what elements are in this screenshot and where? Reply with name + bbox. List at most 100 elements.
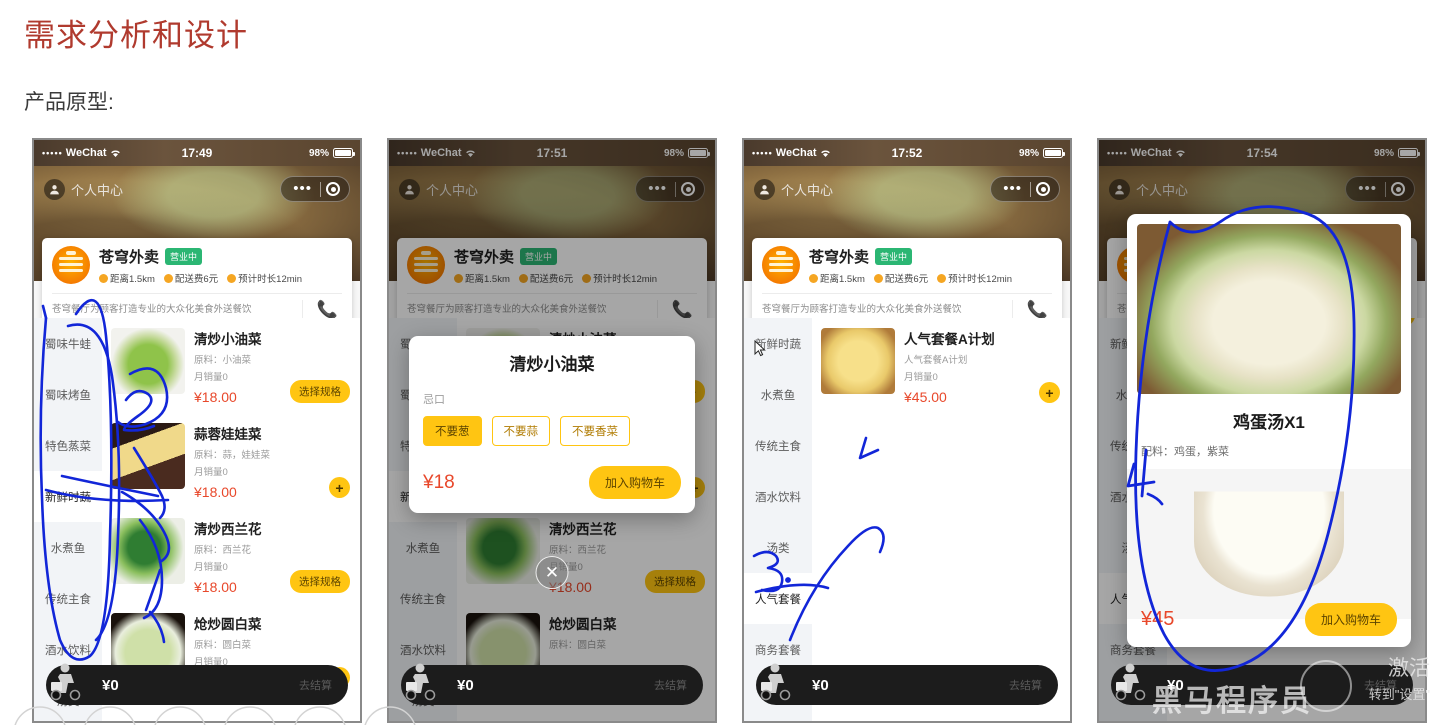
battery-icon xyxy=(333,148,355,158)
dish-row[interactable]: 人气套餐A计划 人气套餐A计划 月销量0 ¥45.00 + xyxy=(812,318,1070,413)
dish-price: ¥45.00 xyxy=(904,389,947,405)
dish-row[interactable]: 清炒西兰花 原料：西兰花 月销量0 ¥18.00 选择规格 xyxy=(102,508,360,603)
dish-row[interactable]: 蒜蓉娃娃菜 原料：蒜，娃娃菜 月销量0 ¥18.00 + xyxy=(102,413,360,508)
modal-ingredient: 配料：鸡蛋，紫菜 xyxy=(1141,446,1229,458)
watermark-logo: 黑马程序员 xyxy=(1152,685,1312,718)
shop-logo-icon xyxy=(762,246,800,284)
add-to-cart-button[interactable]: + xyxy=(329,477,350,498)
sidebar-item-8[interactable]: 人气套餐 xyxy=(744,573,812,624)
user-center-button[interactable]: 个人中心 xyxy=(44,178,124,200)
add-to-cart-button[interactable]: 加入购物车 xyxy=(588,466,681,499)
cart-bar[interactable]: ¥0 去结算 xyxy=(756,663,1058,705)
checkout-button[interactable]: 去结算 xyxy=(654,677,687,693)
dish-image xyxy=(111,423,185,489)
add-to-cart-button[interactable]: + xyxy=(1039,382,1060,403)
sidebar-item-2[interactable]: 特色蒸菜 xyxy=(34,420,102,471)
cart-bar[interactable]: ¥0 去结算 xyxy=(46,663,348,705)
status-badge: 营业中 xyxy=(875,248,913,265)
shop-meta: 距离1.5km 配送费6元 预计时长12min xyxy=(99,271,302,285)
option-no-scallion[interactable]: 不要葱 xyxy=(423,416,482,446)
shop-delivery-fee: 配送费6元 xyxy=(884,274,929,285)
battery-percent: 98% xyxy=(1018,147,1039,159)
ellipsis-icon[interactable]: ••• xyxy=(285,181,320,195)
dish-list: 清炒小油菜 原料：小油菜 月销量0 ¥18.00 选择规格 蒜蓉娃娃菜 原料：蒜… xyxy=(102,318,360,721)
target-icon[interactable] xyxy=(321,182,345,196)
cart-total: ¥0 xyxy=(457,676,474,694)
target-icon[interactable] xyxy=(1031,182,1055,196)
phone-icon[interactable]: 📞 xyxy=(1011,300,1048,320)
shop-description: 苍穹餐厅为顾客打造专业的大众化美食外送餐饮 xyxy=(52,304,252,315)
sidebar-item-7[interactable]: 汤类 xyxy=(744,522,812,573)
checkout-button[interactable]: 去结算 xyxy=(299,677,332,693)
windows-activation-watermark: 激活 转到"设置" xyxy=(1369,652,1430,703)
select-spec-button[interactable]: 选择规格 xyxy=(290,380,350,403)
ellipsis-icon[interactable]: ••• xyxy=(995,181,1030,195)
option-no-garlic[interactable]: 不要蒜 xyxy=(491,416,550,446)
user-center-label: 个人中心 xyxy=(781,182,834,198)
modal-price: ¥45 xyxy=(1141,607,1175,630)
status-bar: ••••• WeChat 17:49 98% xyxy=(34,140,360,166)
shop-name: 苍穹外卖 xyxy=(99,249,160,266)
shop-name: 苍穹外卖 xyxy=(809,249,870,266)
activation-subtitle: 转到"设置" xyxy=(1368,687,1430,702)
phone-icon[interactable]: 📞 xyxy=(301,300,338,320)
add-to-cart-button[interactable]: 加入购物车 xyxy=(1304,602,1397,636)
shop-distance: 距离1.5km xyxy=(820,274,865,285)
shop-eta: 预计时长12min xyxy=(238,274,303,285)
modal-title: 鸡蛋汤X1 xyxy=(1233,413,1305,432)
phone-mockup-4: ••••• WeChat 17:54 98% 个人中心 ••• 商务套餐 鸡蛋汤… xyxy=(1097,138,1427,723)
sidebar-item-4[interactable]: 水煮鱼 xyxy=(34,522,102,573)
close-icon[interactable]: ✕ xyxy=(535,556,569,589)
option-group: 不要葱 不要蒜 不要香菜 xyxy=(423,416,681,446)
cart-total: ¥0 xyxy=(812,676,829,694)
sidebar-item-1[interactable]: 蜀味烤鱼 xyxy=(34,369,102,420)
delivery-rider-icon xyxy=(403,656,451,704)
select-spec-button[interactable]: 选择规格 xyxy=(290,570,350,593)
option-no-cilantro[interactable]: 不要香菜 xyxy=(560,416,630,446)
delivery-rider-icon xyxy=(48,656,96,704)
status-badge: 营业中 xyxy=(165,248,203,265)
shop-description: 苍穹餐厅为顾客打造专业的大众化美食外送餐饮 xyxy=(762,304,962,315)
modal-price: ¥18 xyxy=(423,471,455,493)
checkout-button[interactable]: 去结算 xyxy=(1009,677,1042,693)
dish-ingredient: 原料：圆白菜 xyxy=(194,640,252,651)
wechat-capsule[interactable]: ••• xyxy=(990,176,1060,202)
mouse-pointer-icon xyxy=(754,340,766,357)
page-subtitle: 产品原型: xyxy=(24,91,114,114)
app-navbar: 个人中心 ••• xyxy=(744,172,1070,206)
modal-title: 清炒小油菜 xyxy=(509,355,595,374)
dish-name: 人气套餐A计划 xyxy=(904,332,995,347)
wechat-capsule[interactable]: ••• xyxy=(280,176,350,202)
phone-mockup-1: ••••• WeChat 17:49 98% 个人中心 ••• 苍穹外卖 营业中… xyxy=(32,138,362,723)
phone-mockup-3: ••••• WeChat 17:52 98% 个人中心 ••• 苍穹外卖 营业中… xyxy=(742,138,1072,723)
dish-sales: 月销量0 xyxy=(904,372,938,383)
spec-selection-modal: 清炒小油菜 忌口 不要葱 不要蒜 不要香菜 ¥18 加入购物车 xyxy=(409,336,695,513)
dish-ingredient: 人气套餐A计划 xyxy=(904,355,968,366)
sidebar-item-3[interactable]: 新鲜时蔬 xyxy=(34,471,102,522)
user-center-button[interactable]: 个人中心 xyxy=(754,178,834,200)
shop-distance: 距离1.5km xyxy=(110,274,155,285)
sidebar-item-6[interactable]: 酒水饮料 xyxy=(744,471,812,522)
shop-logo-icon xyxy=(52,246,90,284)
app-navbar: 个人中心 ••• xyxy=(34,172,360,206)
battery-icon xyxy=(1043,148,1065,158)
eta-icon xyxy=(937,273,947,283)
sidebar-item-0[interactable]: 蜀味牛蛙 xyxy=(34,318,102,369)
sidebar-item-4[interactable]: 水煮鱼 xyxy=(744,369,812,420)
dish-sales: 月销量0 xyxy=(194,467,228,478)
dish-row[interactable]: 清炒小油菜 原料：小油菜 月销量0 ¥18.00 选择规格 xyxy=(102,318,360,413)
shop-eta: 预计时长12min xyxy=(948,274,1013,285)
shop-delivery-fee: 配送费6元 xyxy=(174,274,219,285)
phone-mockup-2: ••••• WeChat 17:51 98% 个人中心 ••• 苍穹外卖 营业中… xyxy=(387,138,717,723)
sidebar-item-5[interactable]: 传统主食 xyxy=(744,420,812,471)
dish-price: ¥18.00 xyxy=(194,484,237,500)
eta-icon xyxy=(227,273,237,283)
dish-list: 人气套餐A计划 人气套餐A计划 月销量0 ¥45.00 + xyxy=(812,318,1070,721)
dish-name: 炝炒圆白菜 xyxy=(194,617,262,632)
dish-hero-image xyxy=(1137,224,1401,394)
sidebar-item-5[interactable]: 传统主食 xyxy=(34,573,102,624)
user-icon xyxy=(44,178,65,200)
cart-bar[interactable]: ¥0 去结算 xyxy=(401,663,703,705)
dish-name: 蒜蓉娃娃菜 xyxy=(194,427,262,442)
user-center-label: 个人中心 xyxy=(71,182,124,198)
